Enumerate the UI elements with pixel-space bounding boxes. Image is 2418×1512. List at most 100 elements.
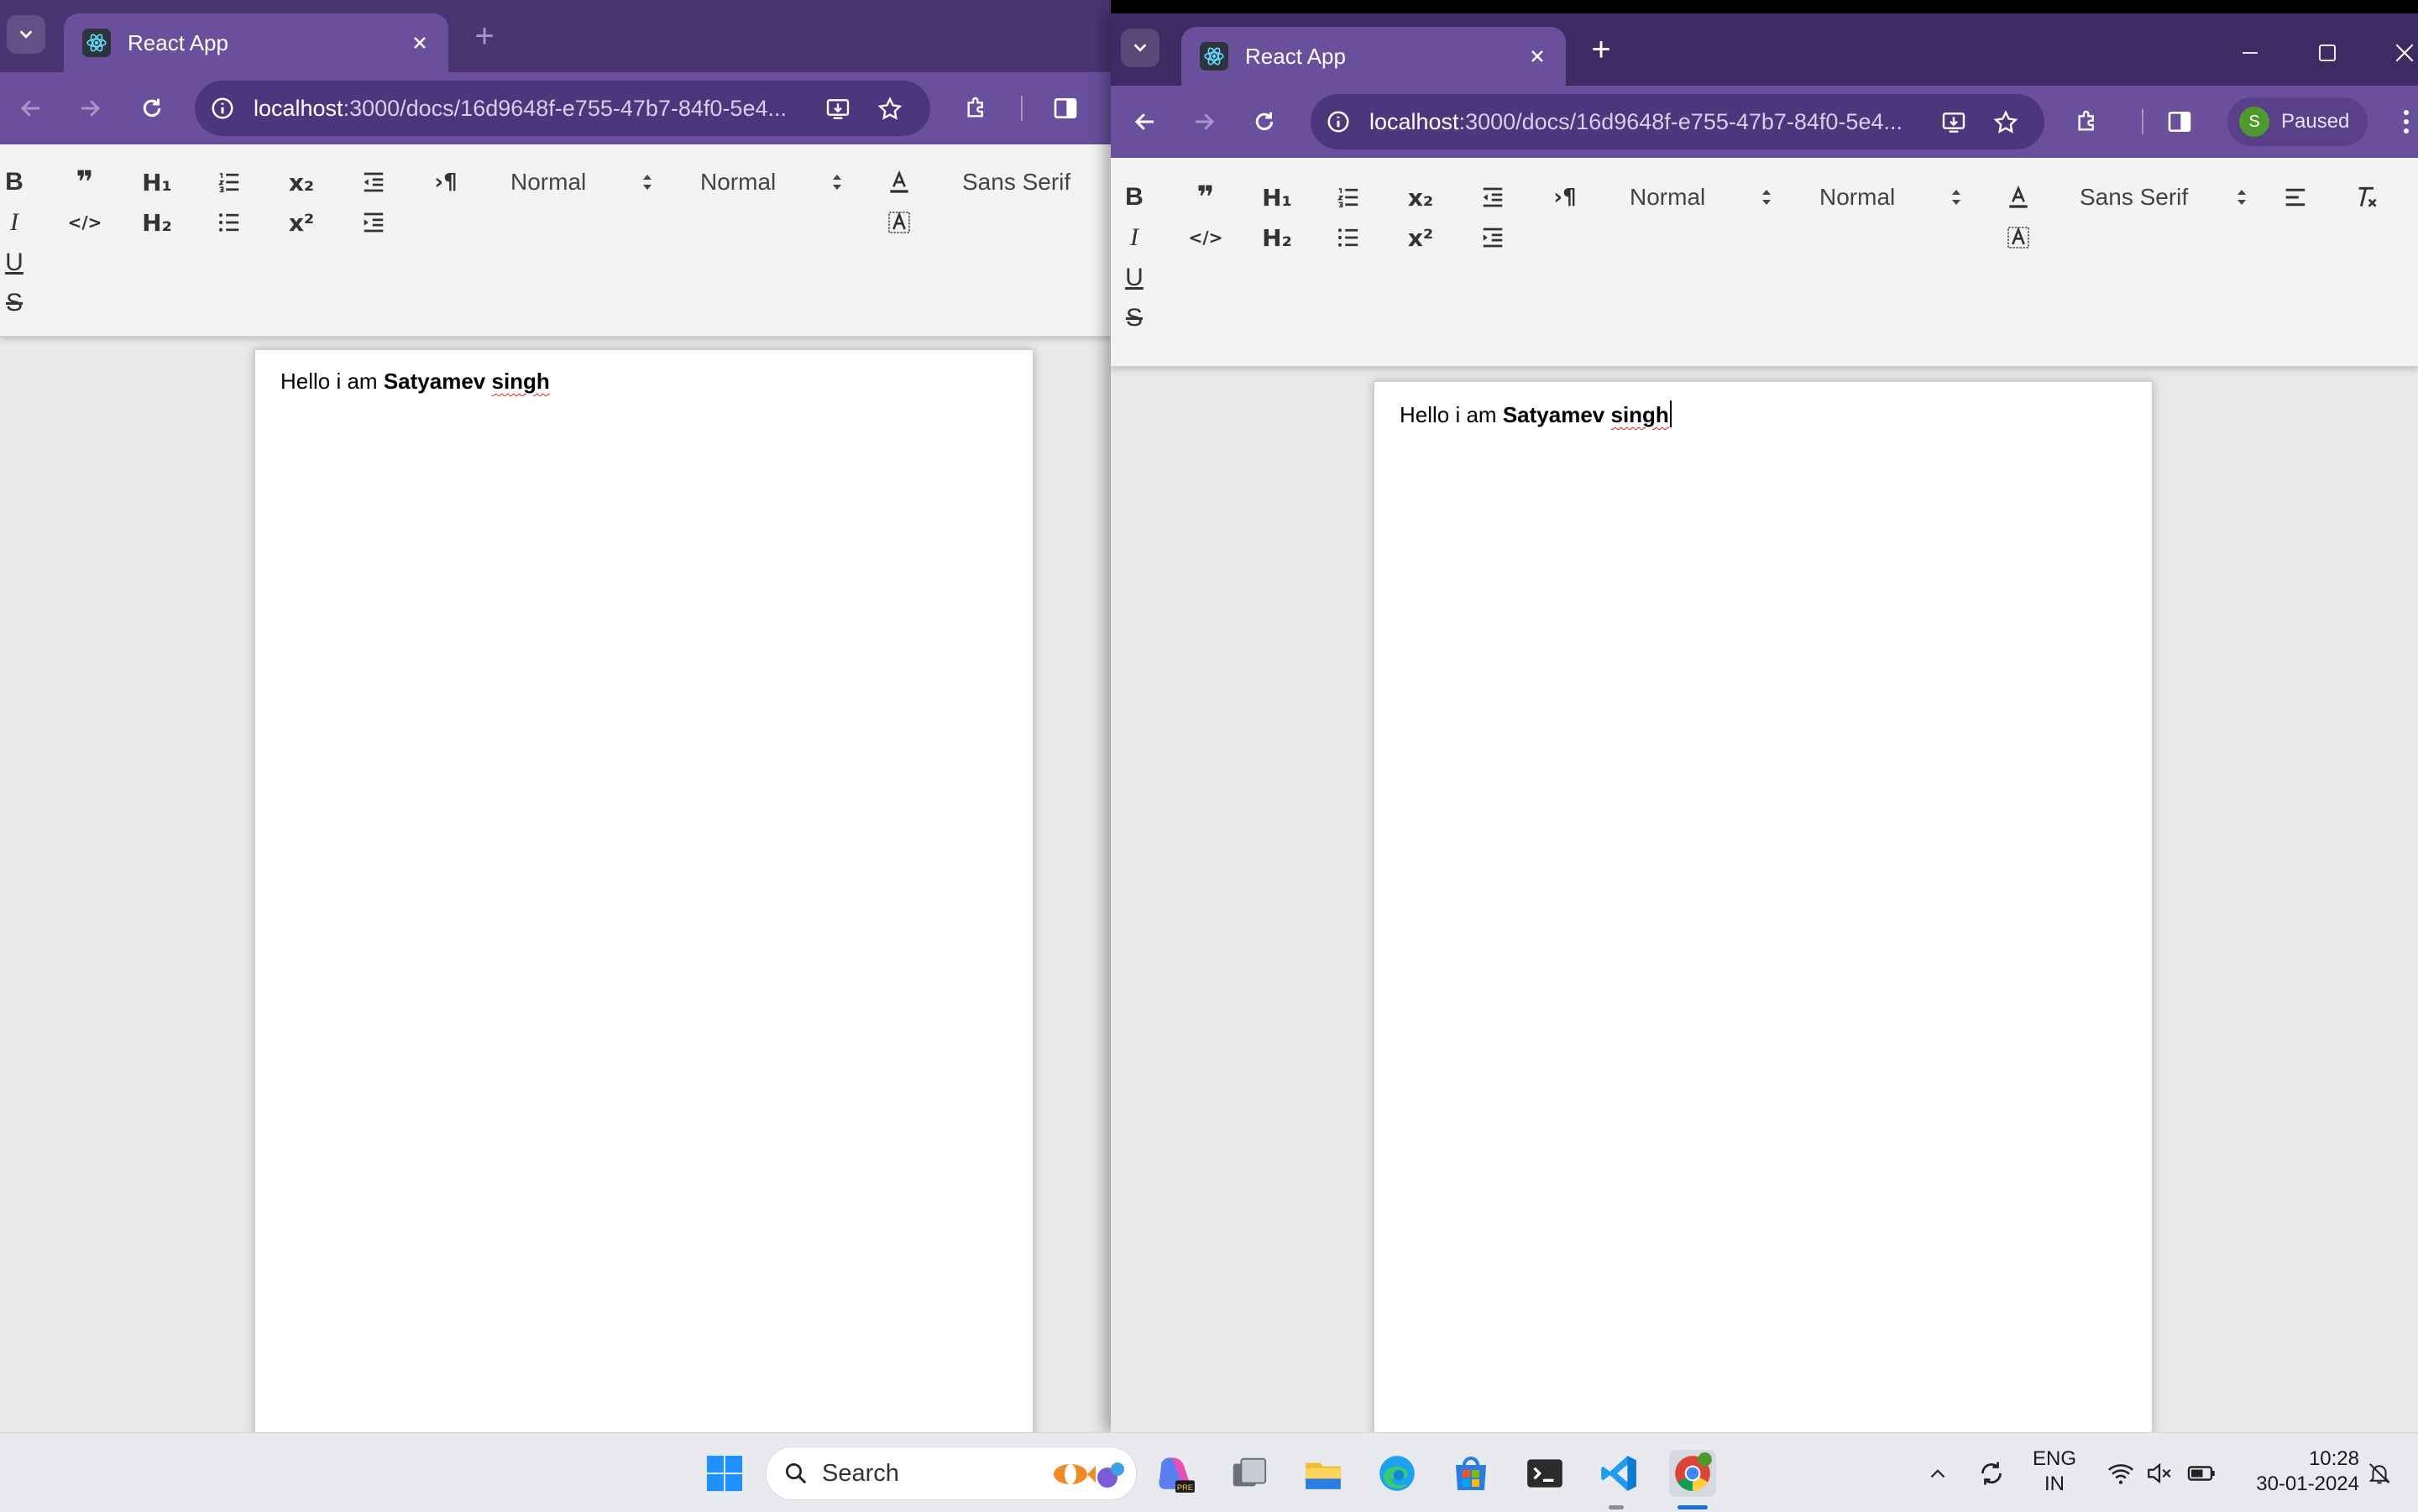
copilot-icon[interactable]: PRE (1152, 1450, 1199, 1497)
background-color-button[interactable] (2001, 220, 2036, 255)
bullet-list-button[interactable] (212, 205, 247, 240)
language-indicator[interactable]: ENG IN (2025, 1447, 2084, 1497)
font-picker[interactable]: Sans Serif (962, 165, 1111, 200)
italic-button[interactable]: I (1117, 220, 1152, 255)
start-button[interactable] (701, 1450, 748, 1497)
volume-muted-icon[interactable] (2136, 1450, 2183, 1497)
bullet-list-button[interactable] (1331, 220, 1366, 255)
side-panel-button[interactable] (1046, 89, 1085, 128)
address-bar[interactable]: localhost:3000/docs/16d9648f-e755-47b7-8… (1311, 94, 2044, 149)
microsoft-store-icon[interactable] (1447, 1450, 1494, 1497)
chrome-icon[interactable] (1669, 1450, 1716, 1497)
strike-button[interactable]: S (1117, 301, 1152, 336)
browser-menu-button[interactable] (2387, 102, 2418, 141)
side-panel-button[interactable] (2160, 102, 2199, 141)
window-close-button[interactable] (2385, 34, 2418, 72)
extensions-button[interactable] (2068, 102, 2107, 141)
header2-button[interactable]: H₂ (139, 205, 175, 240)
maximize-button[interactable] (2308, 34, 2347, 72)
text-color-button[interactable] (882, 165, 917, 200)
react-icon (1200, 42, 1228, 71)
new-tab-button[interactable]: + (467, 18, 502, 54)
document-page[interactable]: Hello i am Satyamev singh (254, 349, 1034, 1432)
notifications-button[interactable] (2356, 1450, 2403, 1497)
header-picker[interactable]: Normal (510, 165, 653, 200)
ordered-list-button[interactable] (1331, 180, 1366, 215)
tab-close-button[interactable] (403, 26, 437, 60)
edge-browser-icon[interactable] (1374, 1450, 1421, 1497)
extensions-button[interactable] (957, 89, 996, 128)
tab-close-button[interactable] (1520, 39, 1554, 73)
text-color-button[interactable] (2001, 180, 2036, 215)
underline-button[interactable]: U (0, 245, 32, 280)
file-explorer-icon[interactable] (1300, 1450, 1347, 1497)
forward-button[interactable] (1185, 102, 1223, 141)
strike-button[interactable]: S (0, 285, 32, 321)
document-page[interactable]: Hello i am Satyamev singh (1374, 381, 2153, 1432)
install-app-icon[interactable] (1937, 106, 1971, 139)
outdent-button[interactable] (356, 165, 391, 200)
task-view-icon[interactable] (1226, 1450, 1273, 1497)
indent-button[interactable] (1475, 220, 1510, 255)
vscode-icon[interactable] (1595, 1450, 1642, 1497)
font-picker[interactable]: Sans Serif (2080, 180, 2248, 215)
ordered-list-button[interactable] (212, 165, 247, 200)
bookmark-star-icon[interactable] (1989, 106, 2023, 139)
tab-search-button[interactable] (1121, 29, 1159, 67)
code-block-button[interactable]: </> (1188, 220, 1223, 255)
document-text[interactable]: Hello i am Satyamev singh (280, 369, 550, 395)
bookmark-star-icon[interactable] (873, 92, 907, 126)
code-block-button[interactable]: </> (67, 205, 102, 240)
clear-formatting-button[interactable] (2349, 180, 2384, 215)
underline-button[interactable]: U (1117, 260, 1152, 296)
puzzle-icon (967, 97, 983, 118)
bold-button[interactable]: B (0, 165, 32, 200)
header2-button[interactable]: H₂ (1259, 220, 1295, 255)
tab-search-button[interactable] (7, 15, 45, 54)
size-picker[interactable]: Normal (700, 165, 843, 200)
superscript-button[interactable]: x² (1403, 220, 1438, 255)
forward-button[interactable] (71, 89, 109, 128)
indent-button[interactable] (356, 205, 391, 240)
tray-overflow-button[interactable] (1914, 1450, 1961, 1497)
ordered-list-icon (217, 173, 239, 193)
header1-button[interactable]: H₁ (1259, 180, 1295, 215)
subscript-button[interactable]: x₂ (1403, 180, 1438, 215)
install-app-icon[interactable] (821, 92, 855, 126)
align-button[interactable] (2278, 180, 2313, 215)
profile-button[interactable]: S Paused (2227, 97, 2368, 146)
background-color-button[interactable] (882, 205, 917, 240)
header-picker[interactable]: Normal (1630, 180, 1772, 215)
tab-react-app[interactable]: React App (1181, 27, 1566, 86)
region-code: IN (2044, 1473, 2065, 1495)
superscript-button[interactable]: x² (284, 205, 319, 240)
blockquote-button[interactable]: ❞ (1188, 180, 1223, 215)
clock[interactable]: 10:28 30-01-2024 (2233, 1447, 2359, 1497)
reload-button[interactable] (133, 89, 171, 128)
italic-button[interactable]: I (0, 205, 32, 240)
page-content: B I U S ❞ </> H₁ H₂ x₂ x² ›¶ Normal Norm… (1111, 158, 2418, 1432)
back-button[interactable] (12, 89, 50, 128)
text-direction-button[interactable]: ›¶ (428, 165, 463, 200)
back-button[interactable] (1126, 102, 1165, 141)
new-tab-button[interactable]: + (1583, 32, 1619, 67)
terminal-icon[interactable] (1521, 1450, 1568, 1497)
address-bar[interactable]: localhost:3000/docs/16d9648f-e755-47b7-8… (195, 81, 930, 136)
header1-button[interactable]: H₁ (139, 165, 175, 200)
outdent-button[interactable] (1475, 180, 1510, 215)
battery-icon[interactable] (2178, 1450, 2225, 1497)
subscript-button[interactable]: x₂ (284, 165, 319, 200)
tab-react-app[interactable]: React App (64, 13, 448, 72)
text-direction-button[interactable]: ›¶ (1547, 180, 1583, 215)
bold-button[interactable]: B (1117, 180, 1152, 215)
blockquote-button[interactable]: ❞ (67, 165, 102, 200)
taskbar-search[interactable]: Search (766, 1447, 1137, 1500)
site-info-icon[interactable] (1324, 107, 1353, 136)
side-panel-icon (1054, 98, 1077, 118)
minimize-button[interactable] (2231, 34, 2269, 72)
document-text[interactable]: Hello i am Satyamev singh (1400, 400, 1672, 428)
sync-icon[interactable] (1968, 1450, 2015, 1497)
size-picker[interactable]: Normal (1819, 180, 1962, 215)
reload-button[interactable] (1245, 102, 1284, 141)
site-info-icon[interactable] (208, 94, 237, 123)
